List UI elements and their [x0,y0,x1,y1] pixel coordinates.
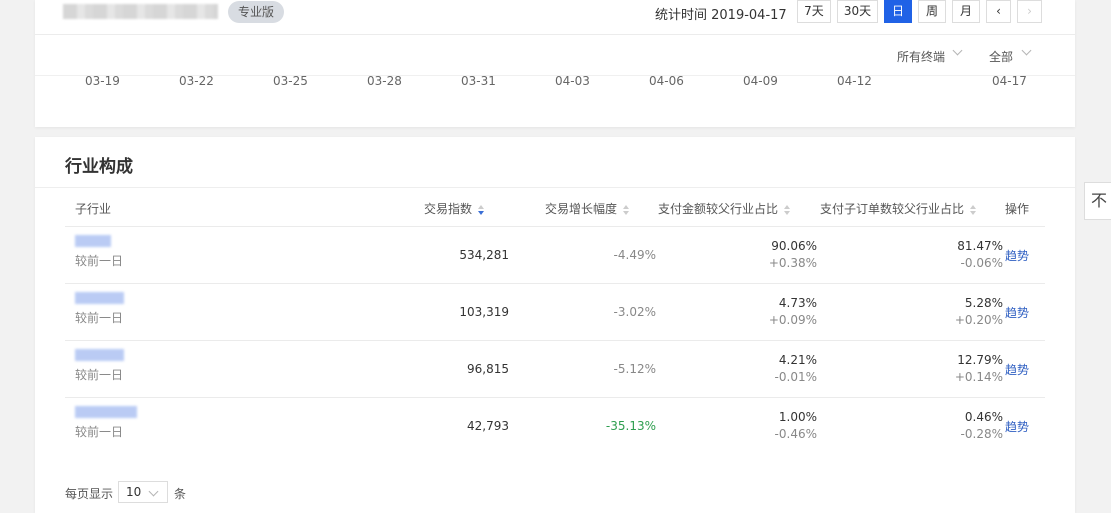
blurred-sub-industry [75,292,124,304]
terminal-filter[interactable]: 所有终端 [897,48,945,65]
sort-icon [970,204,977,215]
range-7d-button[interactable]: 7天 [797,0,831,23]
date-tick: 03-22 [179,74,214,88]
date-tick: 04-06 [649,74,684,88]
table-row: 较前一日 103,319 -3.02% 4.73% +0.09% 5.28% +… [65,284,1045,341]
prev-icon[interactable]: ‹ [986,0,1011,23]
trend-link[interactable]: 趋势 [1005,304,1029,321]
pay-orders-share-change: +0.20% [954,313,1003,327]
blurred-sub-industry [75,406,137,418]
terminal-chevron-icon [952,45,963,56]
scope-chevron-icon [1021,45,1032,56]
trade-index-value: 42,793 [467,419,509,433]
compare-label: 较前一日 [75,254,124,268]
trend-link[interactable]: 趋势 [1005,418,1029,435]
date-tick: 03-31 [461,74,496,88]
table-row: 较前一日 96,815 -5.12% 4.21% -0.01% 12.79% +… [65,341,1045,398]
section-title: 行业构成 [65,157,133,177]
col-trade-growth-label: 交易增长幅度 [545,202,618,216]
range-week-button[interactable]: 周 [918,0,946,23]
pay-orders-share: 12.79% +0.14% [955,353,1003,384]
terminal-filter-label: 所有终端 [897,50,946,64]
industry-composition-card: 行业构成 子行业 交易指数 交易增长幅度 支付金额较父行业占比 支付子订单数较父… [35,137,1075,513]
date-tick: 03-19 [85,74,120,88]
date-axis: 03-19 03-22 03-25 03-28 03-31 04-03 04-0… [35,74,1075,93]
next-icon[interactable]: › [1017,0,1042,23]
sort-icon [623,204,630,215]
blurred-category-name [63,4,218,19]
page-size-unit: 条 [174,487,187,501]
trend-card: 专业版 统计时间 2019-04-17 7天 30天 日 周 月 ‹ › 所有终… [35,0,1075,127]
pay-amount-share: 1.00% -0.46% [775,410,817,441]
trade-growth-value: -4.49% [613,248,656,262]
date-tick: 03-25 [273,74,308,88]
col-sub-industry: 子行业 [75,202,112,216]
blurred-sub-industry [75,349,124,361]
table-row: 较前一日 534,281 -4.49% 90.06% +0.38% 81.47%… [65,227,1045,284]
trend-link[interactable]: 趋势 [1005,247,1029,264]
sort-desc-icon [478,204,485,215]
col-trade-index[interactable]: 交易指数 [424,200,485,217]
table-row: 较前一日 42,793 -35.13% 1.00% -0.46% 0.46% -… [65,398,1045,455]
trend-link[interactable]: 趋势 [1005,361,1029,378]
col-trade-growth[interactable]: 交易增长幅度 [545,200,630,217]
pay-amount-share-change: -0.01% [774,370,817,384]
pay-orders-share-change: -0.28% [960,427,1003,441]
scope-filter[interactable]: 全部 [989,48,1013,65]
pay-amount-share: 4.73% +0.09% [769,296,817,327]
trade-index-value: 96,815 [467,362,509,376]
date-tick: 04-17 [992,74,1027,88]
col-action: 操作 [1005,202,1030,216]
pay-amount-share-change: +0.38% [768,256,817,270]
pay-orders-share: 5.28% +0.20% [955,296,1003,327]
col-trade-index-label: 交易指数 [424,202,473,216]
pay-orders-share-change: +0.14% [954,370,1003,384]
pay-orders-share-change: -0.06% [960,256,1003,270]
page-size-value: 10 [126,485,142,499]
range-30d-button[interactable]: 30天 [837,0,878,23]
compare-label: 较前一日 [75,425,124,439]
pay-amount-share-value: 4.73% [778,296,817,310]
pay-orders-share-value: 5.28% [964,296,1003,310]
floating-side-button[interactable]: 不 [1084,182,1111,220]
compare-label: 较前一日 [75,368,124,382]
page-size-label: 每页显示 [65,487,114,501]
card-header: 专业版 统计时间 2019-04-17 7天 30天 日 周 月 ‹ › [35,0,1075,35]
section-divider [35,187,1075,188]
date-tick: 04-12 [837,74,872,88]
pay-amount-share: 4.21% -0.01% [775,353,817,384]
pay-amount-share-value: 90.06% [771,239,817,253]
pay-amount-share: 90.06% +0.38% [769,239,817,270]
sort-icon [784,204,791,215]
date-tick: 04-03 [555,74,590,88]
trade-growth-value: -5.12% [613,362,656,376]
col-pay-amount-share[interactable]: 支付金额较父行业占比 [658,200,791,217]
scope-filter-label: 全部 [989,50,1014,64]
pay-orders-share-value: 0.46% [964,410,1003,424]
range-day-button[interactable]: 日 [884,0,912,23]
trade-growth-value: -35.13% [605,419,656,433]
page-size-select[interactable]: 10 [118,481,168,503]
pay-orders-share: 0.46% -0.28% [961,410,1003,441]
col-pay-amount-share-label: 支付金额较父行业占比 [658,202,779,216]
col-pay-orders-share-label: 支付子订单数较父行业占比 [820,202,965,216]
col-pay-orders-share[interactable]: 支付子订单数较父行业占比 [820,200,977,217]
pay-orders-share-value: 81.47% [957,239,1003,253]
pay-amount-share-change: +0.09% [768,313,817,327]
pay-orders-share: 81.47% -0.06% [957,239,1003,270]
date-tick: 03-28 [367,74,402,88]
stat-time: 统计时间 2019-04-17 [655,8,787,23]
trade-growth-value: -3.02% [613,305,656,319]
range-month-button[interactable]: 月 [952,0,980,23]
trade-index-value: 534,281 [459,248,509,262]
pay-amount-share-value: 1.00% [778,410,817,424]
pay-orders-share-value: 12.79% [957,353,1003,367]
blurred-sub-industry [75,235,111,247]
pay-amount-share-value: 4.21% [778,353,817,367]
date-tick: 04-09 [743,74,778,88]
compare-label: 较前一日 [75,311,124,325]
pay-amount-share-change: -0.46% [774,427,817,441]
trade-index-value: 103,319 [459,305,509,319]
pro-edition-badge: 专业版 [228,1,285,23]
